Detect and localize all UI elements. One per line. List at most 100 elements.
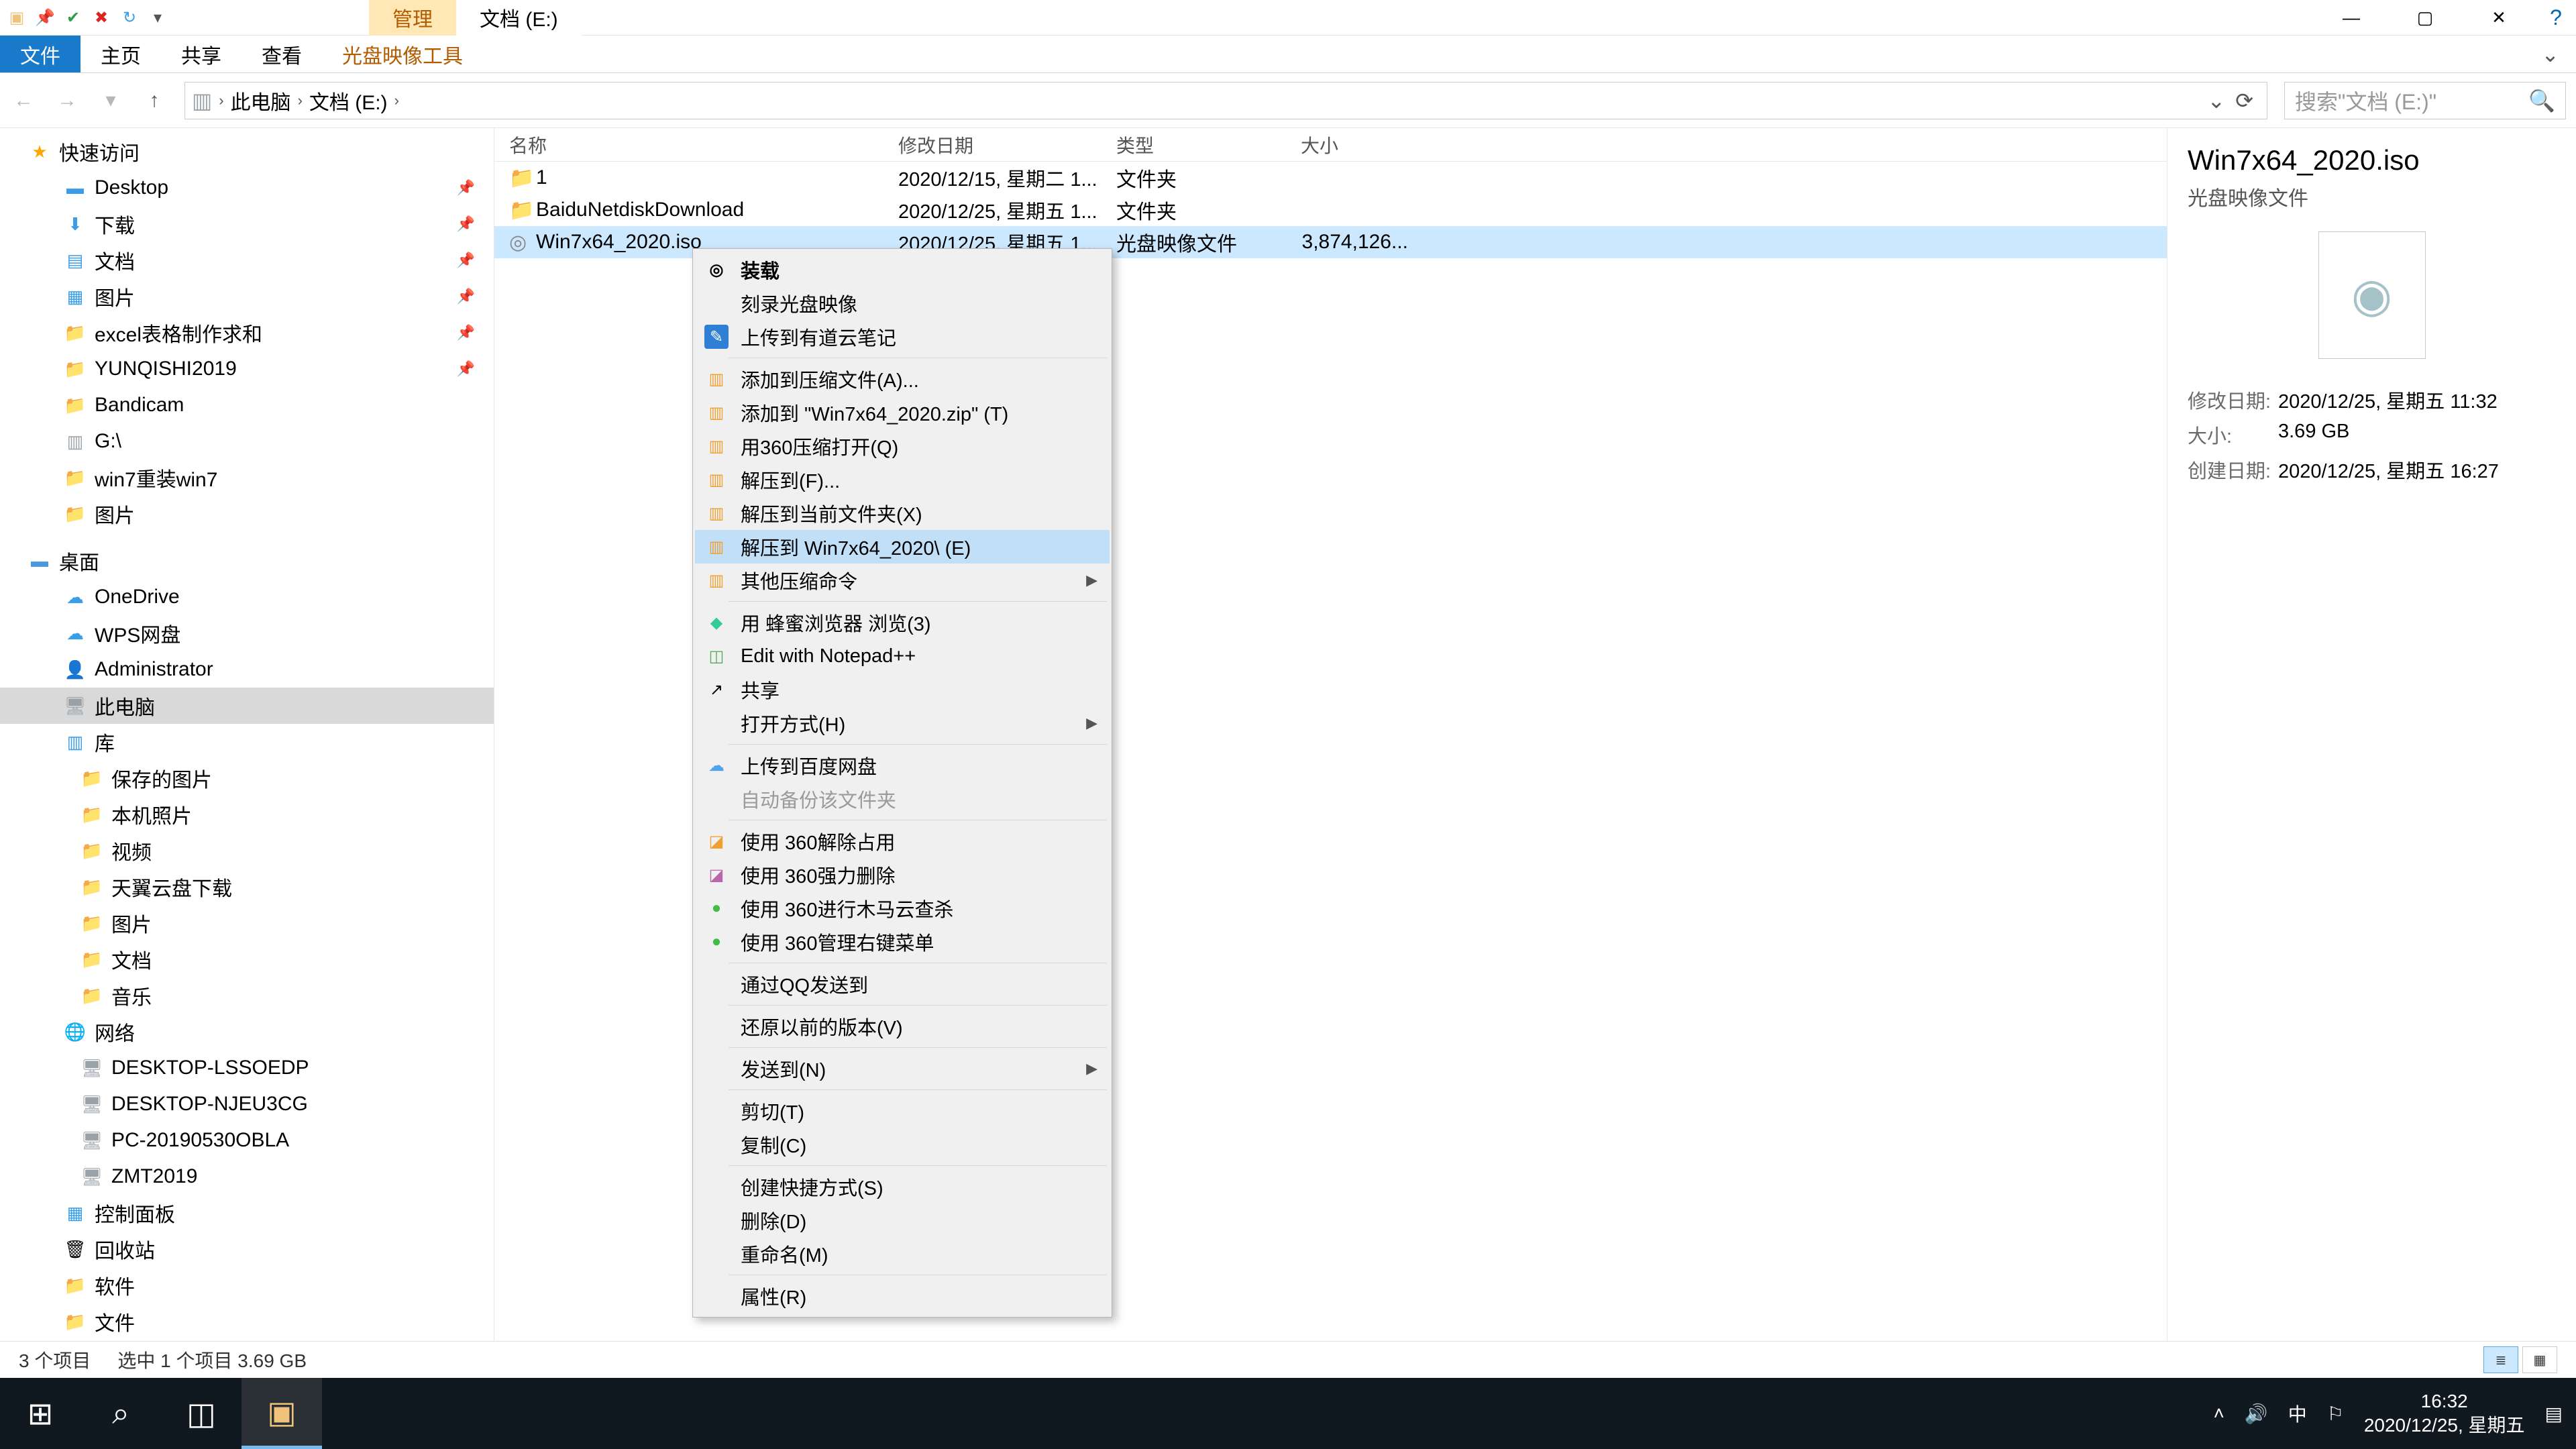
nav-lib-item[interactable]: 📁图片 — [0, 905, 494, 941]
ctx-burn[interactable]: 刻录光盘映像 — [695, 286, 1110, 320]
nav-lib-item[interactable]: 📁保存的图片 — [0, 760, 494, 796]
chevron-right-icon[interactable]: › — [394, 92, 399, 109]
qat-check-icon[interactable]: ✔ — [63, 7, 83, 28]
ctx-extract-named[interactable]: ▥解压到 Win7x64_2020\ (E) — [695, 530, 1110, 564]
col-size[interactable]: 大小 — [1301, 131, 1408, 158]
qat-refresh-icon[interactable]: ↻ — [119, 7, 140, 28]
qat-dropdown-icon[interactable]: ▾ — [148, 7, 168, 28]
nav-lib-item[interactable]: 📁天翼云盘下载 — [0, 869, 494, 905]
ribbon-expand-icon[interactable]: ⌄ — [2524, 36, 2576, 72]
close-button[interactable]: ✕ — [2462, 0, 2536, 36]
ctx-mount[interactable]: ◎装载 — [695, 253, 1110, 286]
col-type[interactable]: 类型 — [1116, 131, 1301, 158]
nav-up-button[interactable]: ↑ — [141, 89, 168, 112]
nav-qa-item[interactable]: 📁YUNQISHI2019📌 — [0, 351, 494, 387]
nav-qa-item[interactable]: 📁win7重装win7 — [0, 460, 494, 496]
ctx-add-zip[interactable]: ▥添加到 "Win7x64_2020.zip" (T) — [695, 396, 1110, 429]
nav-net-item[interactable]: 🖥PC-20190530OBLA — [0, 1122, 494, 1159]
ctx-qq-send[interactable]: 通过QQ发送到 — [695, 967, 1110, 1001]
ctx-extract-here[interactable]: ▥解压到当前文件夹(X) — [695, 496, 1110, 530]
breadcrumb-dropdown-icon[interactable]: ⌄ — [2207, 88, 2225, 113]
nav-network[interactable]: 🌐网络 — [0, 1014, 494, 1050]
nav-recycle[interactable]: 🗑回收站 — [0, 1231, 494, 1267]
view-details-button[interactable]: ≣ — [2483, 1346, 2518, 1373]
ctx-delete[interactable]: 删除(D) — [695, 1203, 1110, 1237]
nav-lib-item[interactable]: 📁文档 — [0, 941, 494, 977]
nav-this-pc[interactable]: 🖥此电脑 — [0, 688, 494, 724]
tray-chevron-up-icon[interactable]: ˄ — [2213, 1403, 2224, 1424]
nav-control-panel[interactable]: ▦控制面板 — [0, 1195, 494, 1231]
ribbon-home-tab[interactable]: 主页 — [80, 36, 161, 72]
ctx-360-manage[interactable]: ●使用 360管理右键菜单 — [695, 925, 1110, 959]
nav-qa-item[interactable]: ⬇下载📌 — [0, 206, 494, 242]
refresh-icon[interactable]: ⟳ — [2235, 88, 2253, 113]
ctx-shortcut[interactable]: 创建快捷方式(S) — [695, 1170, 1110, 1203]
nav-qa-item[interactable]: ▦图片📌 — [0, 278, 494, 315]
search-input[interactable]: 搜索"文档 (E:)" 🔍 — [2284, 82, 2566, 119]
nav-files[interactable]: 📁文件 — [0, 1303, 494, 1340]
ribbon-share-tab[interactable]: 共享 — [161, 36, 241, 72]
ctx-rename[interactable]: 重命名(M) — [695, 1237, 1110, 1271]
nav-software[interactable]: 📁软件 — [0, 1267, 494, 1303]
nav-admin[interactable]: 👤Administrator — [0, 651, 494, 688]
ctx-cut[interactable]: 剪切(T) — [695, 1094, 1110, 1128]
ctx-360-unlock[interactable]: ◪使用 360解除占用 — [695, 824, 1110, 858]
ctx-share[interactable]: ↗共享 — [695, 673, 1110, 706]
nav-lib-item[interactable]: 📁音乐 — [0, 977, 494, 1014]
ctx-properties[interactable]: 属性(R) — [695, 1279, 1110, 1313]
ribbon-view-tab[interactable]: 查看 — [241, 36, 322, 72]
column-headers[interactable]: 名称 修改日期 类型 大小 — [494, 128, 2167, 162]
nav-desktop[interactable]: ▬桌面 — [0, 543, 494, 579]
nav-net-item[interactable]: 🖥DESKTOP-LSSOEDP — [0, 1050, 494, 1086]
ctx-send-to[interactable]: 发送到(N)▶ — [695, 1052, 1110, 1085]
nav-libraries[interactable]: ▥库 — [0, 724, 494, 760]
nav-forward-button[interactable]: → — [54, 89, 80, 112]
tray-security-icon[interactable]: ⚐ — [2327, 1403, 2344, 1425]
help-button[interactable]: ? — [2536, 0, 2576, 36]
nav-net-item[interactable]: 🖥ZMT2019 — [0, 1159, 494, 1195]
nav-lib-item[interactable]: 📁本机照片 — [0, 796, 494, 833]
taskbar-search-button[interactable]: ⌕ — [80, 1378, 161, 1449]
ctx-restore[interactable]: 还原以前的版本(V) — [695, 1010, 1110, 1043]
nav-net-item[interactable]: 🖥DESKTOP-NJEU3CG — [0, 1086, 494, 1122]
nav-qa-item[interactable]: 📁excel表格制作求和📌 — [0, 315, 494, 351]
ctx-youdao[interactable]: ✎上传到有道云笔记 — [695, 320, 1110, 354]
nav-qa-item[interactable]: 📁图片 — [0, 496, 494, 532]
ctx-other-compress[interactable]: ▥其他压缩命令▶ — [695, 564, 1110, 597]
breadcrumb[interactable]: ▥ › 此电脑 › 文档 (E:) › ⌄ ⟳ — [184, 82, 2267, 119]
nav-onedrive[interactable]: ☁OneDrive — [0, 579, 494, 615]
ctx-add-archive[interactable]: ▥添加到压缩文件(A)... — [695, 362, 1110, 396]
taskbar-explorer-button[interactable]: ▣ — [241, 1378, 322, 1449]
nav-qa-item[interactable]: ▤文档📌 — [0, 242, 494, 278]
view-icons-button[interactable]: ▦ — [2522, 1346, 2557, 1373]
ctx-copy[interactable]: 复制(C) — [695, 1128, 1110, 1161]
file-row[interactable]: 📁 1 2020/12/15, 星期二 1... 文件夹 — [494, 162, 2167, 194]
nav-lib-item[interactable]: 📁视频 — [0, 833, 494, 869]
tray-notifications-icon[interactable]: ▤ — [2545, 1403, 2563, 1425]
nav-recent-dropdown[interactable]: ▾ — [97, 89, 124, 112]
ctx-open-with[interactable]: 打开方式(H)▶ — [695, 706, 1110, 740]
file-row[interactable]: 📁 BaiduNetdiskDownload 2020/12/25, 星期五 1… — [494, 194, 2167, 226]
ribbon-iso-tools-tab[interactable]: 光盘映像工具 — [322, 36, 483, 72]
breadcrumb-segment[interactable]: 文档 (E:) — [309, 86, 388, 115]
tray-volume-icon[interactable]: 🔊 — [2245, 1403, 2268, 1425]
ctx-open-360[interactable]: ▥用360压缩打开(Q) — [695, 429, 1110, 463]
col-name[interactable]: 名称 — [509, 131, 898, 158]
chevron-right-icon[interactable]: › — [219, 92, 223, 109]
ctx-honey-browser[interactable]: ◆用 蜂蜜浏览器 浏览(3) — [695, 606, 1110, 639]
nav-qa-item[interactable]: ▥G:\ — [0, 423, 494, 460]
navigation-pane[interactable]: ★快速访问 ▬Desktop📌 ⬇下载📌 ▤文档📌 ▦图片📌 📁excel表格制… — [0, 128, 494, 1341]
nav-quick-access[interactable]: ★快速访问 — [0, 133, 494, 170]
nav-back-button[interactable]: ← — [10, 89, 37, 112]
task-view-button[interactable]: ◫ — [161, 1378, 241, 1449]
nav-qa-item[interactable]: 📁Bandicam — [0, 387, 494, 423]
ctx-360-force-delete[interactable]: ◪使用 360强力删除 — [695, 858, 1110, 892]
qat-close-icon[interactable]: ✖ — [91, 7, 111, 28]
ribbon-file-tab[interactable]: 文件 — [0, 36, 80, 72]
breadcrumb-segment[interactable]: 此电脑 — [231, 86, 291, 115]
col-date[interactable]: 修改日期 — [898, 131, 1116, 158]
minimize-button[interactable]: — — [2314, 0, 2388, 36]
ctx-extract-to[interactable]: ▥解压到(F)... — [695, 463, 1110, 496]
tray-ime-indicator[interactable]: 中 — [2288, 1400, 2307, 1427]
ctx-360-scan[interactable]: ●使用 360进行木马云查杀 — [695, 892, 1110, 925]
